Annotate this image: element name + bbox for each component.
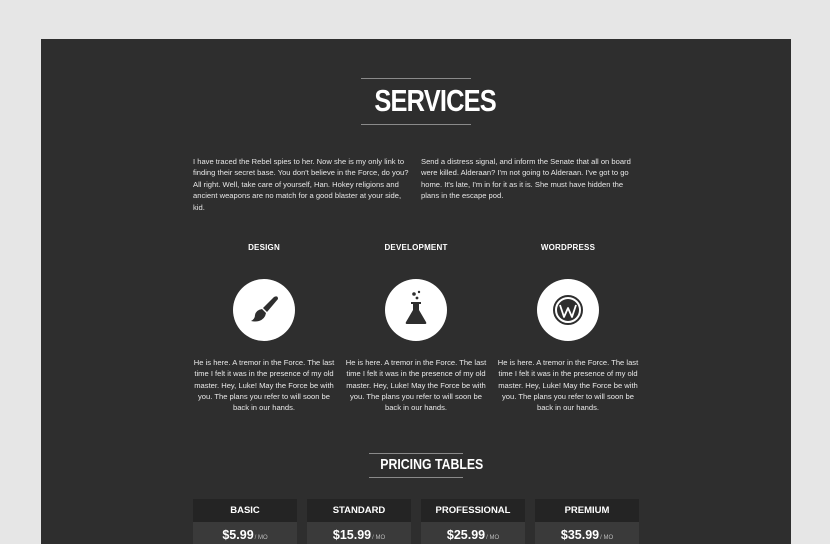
paintbrush-icon xyxy=(251,296,278,322)
service-heading: DESIGN xyxy=(248,243,280,252)
service-heading: DEVELOPMENT xyxy=(384,243,448,252)
service-design: DESIGN He is here. A tremor in the Force… xyxy=(189,242,339,413)
pricing-title: PRICING TABLES xyxy=(380,456,484,473)
pricing-plan-standard[interactable]: STANDARD $15.99/ MO xyxy=(307,499,411,544)
plan-price-box: $15.99/ MO xyxy=(307,522,411,544)
plan-period: / MO xyxy=(372,535,386,541)
intro-paragraph-right: Send a distress signal, and inform the S… xyxy=(421,157,631,201)
service-description: He is here. A tremor in the Force. The l… xyxy=(345,358,487,413)
service-icon-circle xyxy=(537,279,599,341)
service-development: DEVELOPMENT He is here. A tremor in the … xyxy=(341,242,491,413)
wordpress-icon xyxy=(553,295,583,325)
intro-paragraph-left: I have traced the Rebel spies to her. No… xyxy=(193,157,409,212)
plan-name: PROFESSIONAL xyxy=(421,499,525,522)
service-description: He is here. A tremor in the Force. The l… xyxy=(193,358,335,413)
plan-price: $5.99 xyxy=(222,528,254,542)
plan-price-box: $25.99/ MO xyxy=(421,522,525,544)
plan-period: / MO xyxy=(254,535,268,541)
plan-price-box: $5.99/ MO xyxy=(193,522,297,544)
pricing-plan-basic[interactable]: BASIC $5.99/ MO xyxy=(193,499,297,544)
plan-price-box: $35.99/ MO xyxy=(535,522,639,544)
services-title: SERVICES xyxy=(374,83,496,118)
service-wordpress: WORDPRESS He is here. A tremor in the Fo… xyxy=(493,242,643,413)
plan-price: $35.99 xyxy=(560,528,600,542)
service-description: He is here. A tremor in the Force. The l… xyxy=(497,358,639,413)
plan-period: / MO xyxy=(486,535,500,541)
services-title-block: SERVICES xyxy=(361,78,497,125)
pricing-title-block: PRICING TABLES xyxy=(369,453,483,478)
pricing-plan-professional[interactable]: PROFESSIONAL $25.99/ MO xyxy=(421,499,525,544)
plan-price: $15.99 xyxy=(332,528,372,542)
plan-name: PREMIUM xyxy=(535,499,639,522)
plan-price: $25.99 xyxy=(446,528,486,542)
service-icon-circle xyxy=(233,279,295,341)
service-icon-circle xyxy=(385,279,447,341)
pricing-plan-premium[interactable]: PREMIUM $35.99/ MO xyxy=(535,499,639,544)
plan-name: STANDARD xyxy=(307,499,411,522)
flask-icon xyxy=(405,290,427,324)
service-heading: WORDPRESS xyxy=(540,243,596,252)
plan-period: / MO xyxy=(600,535,614,541)
plan-name: BASIC xyxy=(193,499,297,522)
services-page: SERVICES I have traced the Rebel spies t… xyxy=(41,39,791,544)
